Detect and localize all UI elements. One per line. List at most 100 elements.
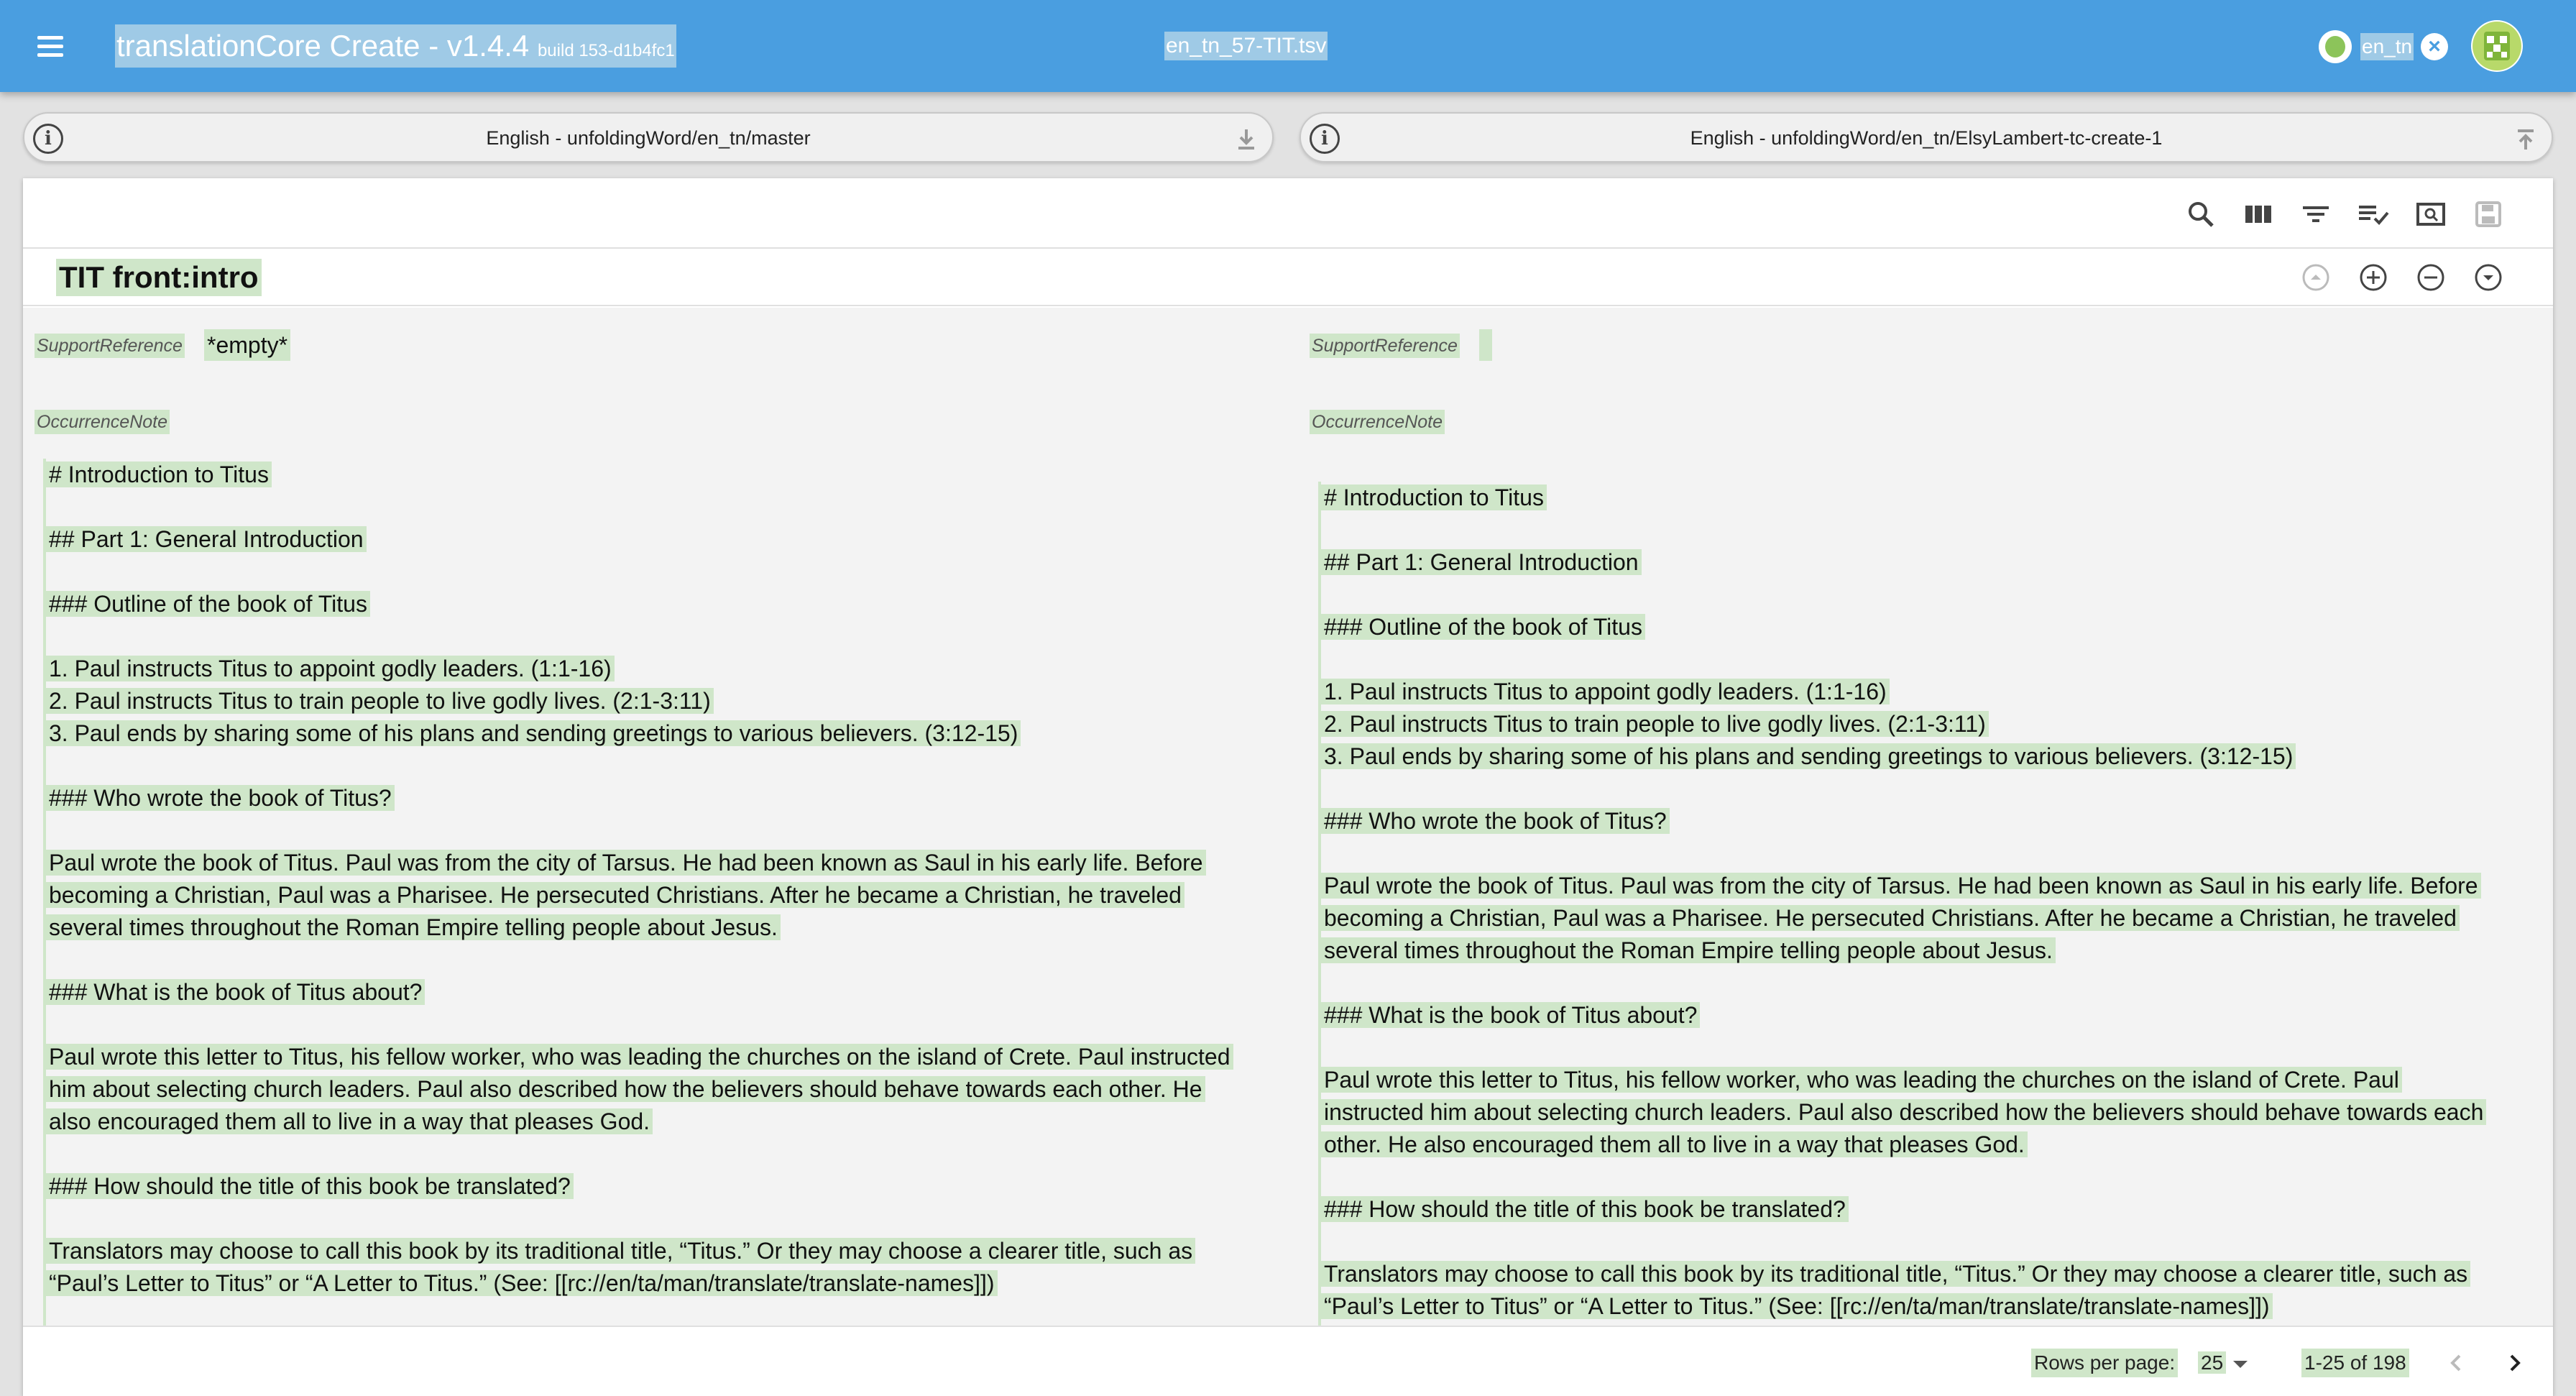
note-line: ## Part 1: General Introduction bbox=[1321, 549, 1642, 575]
chevron-down-icon bbox=[2233, 1360, 2248, 1368]
menu-icon[interactable] bbox=[29, 24, 72, 68]
left-resource-label: English - unfoldingWord/en_tn/master bbox=[486, 127, 811, 149]
note-line: Translators may choose to call this book… bbox=[1321, 1261, 2471, 1287]
note-paragraph: ### Who wrote the book of Titus? bbox=[1321, 805, 2553, 837]
right-resource-label: English - unfoldingWord/en_tn/ElsyLamber… bbox=[1690, 127, 2163, 149]
note-line: becoming a Christian, Paul was a Pharise… bbox=[46, 882, 1184, 908]
note-paragraph: ### What is the book of Titus about? bbox=[46, 976, 1279, 1009]
expand-down-icon[interactable] bbox=[2470, 259, 2507, 296]
note-line: Paul wrote this letter to Titus, his fel… bbox=[1321, 1067, 2402, 1093]
support-reference-value[interactable]: *empty* bbox=[204, 329, 291, 361]
note-line: 3. Paul ends by sharing some of his plan… bbox=[1321, 743, 2296, 769]
upload-icon[interactable] bbox=[2511, 125, 2540, 154]
note-line: other. He also encouraged them all to li… bbox=[1321, 1131, 2028, 1157]
language-logo-icon bbox=[2319, 30, 2352, 63]
left-resource-bar: i English - unfoldingWord/en_tn/master bbox=[23, 112, 1274, 162]
note-line: # Introduction to Titus bbox=[46, 461, 272, 487]
pagination-footer: Rows per page: 25 1-25 of 198 bbox=[23, 1326, 2553, 1396]
expand-up-icon[interactable] bbox=[2297, 259, 2334, 296]
right-occurrence-note[interactable]: # Introduction to Titus ## Part 1: Genera… bbox=[1318, 482, 2553, 1326]
rows-per-page-label: Rows per page: bbox=[2031, 1349, 2179, 1377]
note-paragraph: 1. Paul instructs Titus to appoint godly… bbox=[1321, 676, 2553, 773]
note-paragraph: # Introduction to Titus bbox=[46, 459, 1279, 491]
app-title-text: translationCore Create - v1.4.4 bbox=[116, 29, 530, 63]
note-line: him about selecting church leaders. Paul… bbox=[46, 1076, 1205, 1102]
note-line: ### How should the title of this book be… bbox=[1321, 1196, 1849, 1222]
note-line: ### What is the book of Titus about? bbox=[1321, 1002, 1701, 1028]
main-panel: TIT front:intro SupportReference *empty*… bbox=[23, 178, 2553, 1396]
note-line: 2. Paul instructs Titus to train people … bbox=[1321, 711, 1989, 737]
occurrence-note-label: OccurrenceNote bbox=[34, 410, 170, 434]
note-line: ### Outline of the book of Titus bbox=[46, 591, 370, 617]
note-paragraph: ### Who wrote the book of Titus? bbox=[46, 782, 1279, 814]
pagination-range: 1-25 of 198 bbox=[2301, 1349, 2409, 1377]
support-reference-value[interactable] bbox=[1479, 329, 1492, 361]
rows-per-page-select[interactable]: 25 bbox=[2198, 1349, 2248, 1377]
note-paragraph: Translators may choose to call this book… bbox=[1321, 1258, 2553, 1323]
left-column: SupportReference *empty* OccurrenceNote … bbox=[23, 308, 1288, 1326]
note-paragraph: ## Part 1: General Introduction bbox=[1321, 546, 2553, 579]
right-column: SupportReference OccurrenceNote # Introd… bbox=[1298, 308, 2553, 1326]
note-line: ### Who wrote the book of Titus? bbox=[46, 785, 395, 811]
remove-row-icon[interactable] bbox=[2412, 259, 2450, 296]
note-line: instructed him about selecting church le… bbox=[1321, 1099, 2487, 1125]
note-paragraph: Paul wrote the book of Titus. Paul was f… bbox=[1321, 870, 2553, 967]
rows-per-page-value: 25 bbox=[2198, 1351, 2227, 1374]
note-line: Paul wrote the book of Titus. Paul was f… bbox=[1321, 873, 2481, 899]
note-paragraph: # Introduction to Titus bbox=[1321, 482, 2553, 514]
note-paragraph: ### How should the title of this book be… bbox=[46, 1170, 1279, 1203]
support-reference-label: SupportReference bbox=[34, 334, 185, 358]
row-header: TIT front:intro bbox=[23, 249, 2553, 306]
note-paragraph: Translators may choose to call this book… bbox=[46, 1235, 1279, 1300]
note-paragraph: ### What is the book of Titus about? bbox=[1321, 999, 2553, 1032]
chevron-right-icon[interactable] bbox=[2498, 1347, 2530, 1379]
row-content: SupportReference *empty* OccurrenceNote … bbox=[23, 308, 2553, 1326]
note-paragraph: Paul wrote this letter to Titus, his fel… bbox=[46, 1041, 1279, 1138]
search-icon[interactable] bbox=[2182, 196, 2220, 233]
note-line: # Introduction to Titus bbox=[1321, 485, 1547, 510]
note-line: 2. Paul instructs Titus to train people … bbox=[46, 688, 714, 714]
note-line: Translators may choose to call this book… bbox=[46, 1238, 1196, 1264]
note-paragraph: ## Part 1: General Introduction bbox=[46, 523, 1279, 556]
note-line: also encouraged them all to live in a wa… bbox=[46, 1108, 653, 1134]
note-line: “Paul’s Letter to Titus” or “A Letter to… bbox=[1321, 1293, 2273, 1319]
note-line: ### What is the book of Titus about? bbox=[46, 979, 426, 1005]
preview-icon[interactable] bbox=[2412, 196, 2450, 233]
right-resource-bar: i English - unfoldingWord/en_tn/ElsyLamb… bbox=[1300, 112, 2553, 162]
app-bar: translationCore Create - v1.4.4 build 15… bbox=[0, 0, 2576, 92]
note-paragraph: ### How should the title of this book be… bbox=[1321, 1193, 2553, 1226]
note-line: “Paul’s Letter to Titus” or “A Letter to… bbox=[46, 1270, 998, 1296]
note-line: Paul wrote the book of Titus. Paul was f… bbox=[46, 850, 1206, 876]
note-line: 3. Paul ends by sharing some of his plan… bbox=[46, 720, 1021, 746]
note-line: 1. Paul instructs Titus to appoint godly… bbox=[1321, 679, 1890, 704]
language-chip-label: en_tn bbox=[2360, 33, 2414, 60]
note-line: Paul wrote this letter to Titus, his fel… bbox=[46, 1044, 1233, 1070]
note-line: several times throughout the Roman Empir… bbox=[46, 914, 781, 940]
note-paragraph: Paul wrote this letter to Titus, his fel… bbox=[1321, 1064, 2553, 1161]
filter-icon[interactable] bbox=[2297, 196, 2334, 233]
note-paragraph: ### Outline of the book of Titus bbox=[1321, 611, 2553, 643]
app-title: translationCore Create - v1.4.4 build 15… bbox=[115, 24, 676, 68]
table-toolbar bbox=[23, 178, 2553, 249]
left-occurrence-note[interactable]: # Introduction to Titus ## Part 1: Genera… bbox=[43, 459, 1279, 1326]
occurrence-note-label: OccurrenceNote bbox=[1310, 410, 1445, 434]
note-line: ### How should the title of this book be… bbox=[46, 1173, 574, 1199]
support-reference-label: SupportReference bbox=[1310, 334, 1460, 358]
close-icon[interactable]: × bbox=[2421, 33, 2448, 60]
download-icon[interactable] bbox=[1232, 125, 1261, 154]
app-build: build 153-d1b4fc1 bbox=[537, 41, 675, 60]
playlist-check-icon[interactable] bbox=[2355, 196, 2392, 233]
note-paragraph: 1. Paul instructs Titus to appoint godly… bbox=[46, 653, 1279, 750]
add-row-icon[interactable] bbox=[2355, 259, 2392, 296]
row-title: TIT front:intro bbox=[56, 259, 262, 296]
file-name: en_tn_57-TIT.tsv bbox=[1164, 32, 1328, 60]
view-columns-icon[interactable] bbox=[2240, 196, 2277, 233]
user-avatar-icon[interactable] bbox=[2471, 20, 2523, 72]
note-paragraph: Paul wrote the book of Titus. Paul was f… bbox=[46, 847, 1279, 944]
note-line: several times throughout the Roman Empir… bbox=[1321, 937, 2056, 963]
note-line: 1. Paul instructs Titus to appoint godly… bbox=[46, 656, 615, 681]
note-line: ### Outline of the book of Titus bbox=[1321, 614, 1645, 640]
chevron-left-icon[interactable] bbox=[2441, 1347, 2472, 1379]
save-icon[interactable] bbox=[2470, 196, 2507, 233]
note-line: ### Who wrote the book of Titus? bbox=[1321, 808, 1670, 834]
